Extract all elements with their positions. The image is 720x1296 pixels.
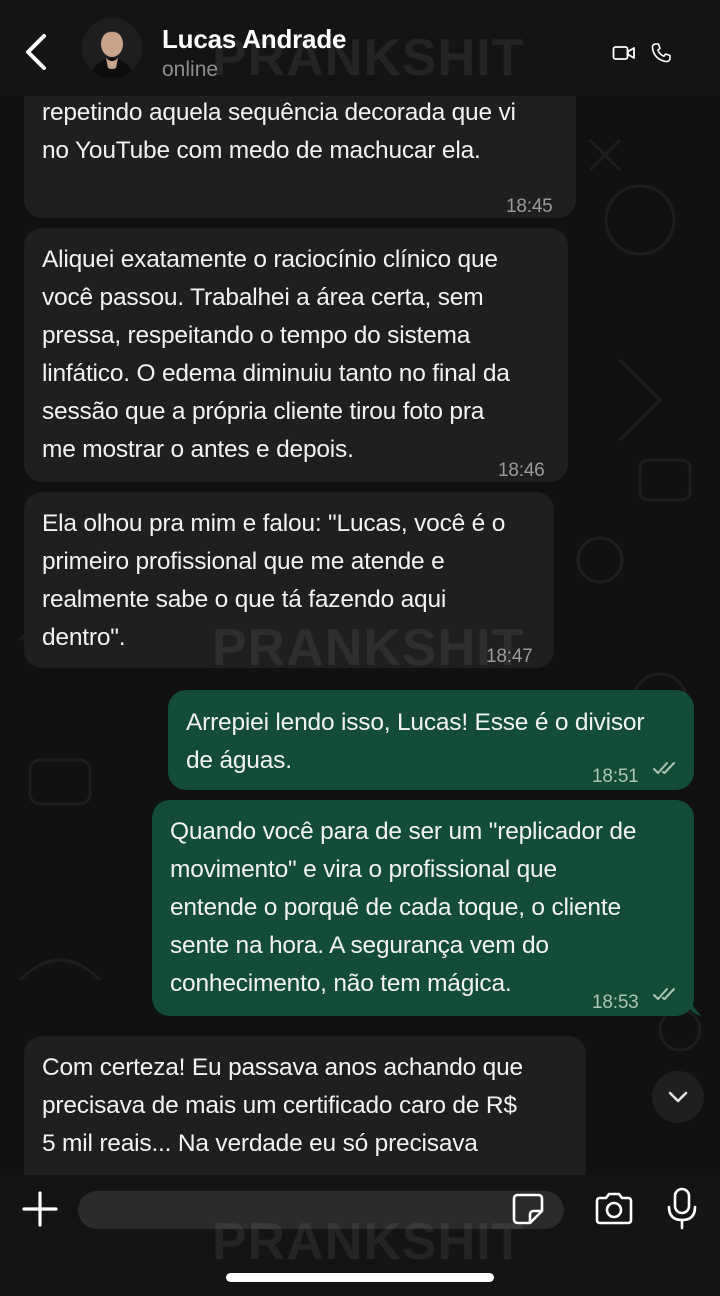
message-bubble-incoming[interactable]: Aliquei exatamente o raciocínio clínico …: [24, 228, 568, 482]
message-line: Com certeza! Eu passava anos achando que: [42, 1054, 523, 1081]
message-text: Com certeza! Eu passava anos achando que…: [42, 1049, 523, 1163]
message-line: entende o porquê de cada toque, o client…: [170, 894, 621, 921]
bubble-tail: [686, 1000, 702, 1016]
message-time: 18:51: [592, 766, 639, 787]
home-indicator[interactable]: [226, 1273, 494, 1282]
watermark: PRANKSHIT: [212, 29, 525, 87]
message-time: 18:45: [506, 196, 553, 217]
message-line: Aliquei exatamente o raciocínio clínico …: [42, 246, 498, 273]
message-line: Arrepiei lendo isso, Lucas! Esse é o div…: [186, 709, 645, 736]
phone-icon[interactable]: [650, 42, 672, 64]
message-line: repetindo aquela sequência decorada que …: [42, 99, 516, 126]
microphone-icon[interactable]: [666, 1187, 698, 1231]
video-camera-icon[interactable]: [612, 43, 636, 63]
avatar-photo: [82, 18, 142, 78]
message-line: linfático. O edema diminuiu tanto no fin…: [42, 360, 510, 387]
message-line: precisava de mais um certificado caro de…: [42, 1092, 517, 1119]
message-line: Quando você para de ser um "replicador d…: [170, 818, 637, 845]
message-line: de águas.: [186, 747, 292, 774]
watermark: PRANKSHIT: [212, 619, 525, 677]
message-line: no YouTube com medo de machucar ela.: [42, 137, 481, 164]
double-check-icon: [653, 762, 675, 774]
message-text: repetindo aquela sequência decorada que …: [42, 94, 516, 170]
message-bubble-incoming[interactable]: Com certeza! Eu passava anos achando que…: [24, 1036, 586, 1196]
message-line: conhecimento, não tem mágica.: [170, 970, 512, 997]
message-line: movimento" e vira o profissional que: [170, 856, 557, 883]
chevron-down-icon: [668, 1091, 688, 1103]
message-time: 18:46: [498, 460, 545, 481]
message-line: me mostrar o antes e depois.: [42, 436, 354, 463]
message-bubble-outgoing[interactable]: Quando você para de ser um "replicador d…: [152, 800, 702, 1016]
message-text: Arrepiei lendo isso, Lucas! Esse é o div…: [186, 704, 644, 780]
message-time: 18:53: [592, 992, 639, 1013]
contact-status: online: [162, 58, 219, 81]
plus-icon[interactable]: [20, 1189, 60, 1229]
back-chevron-icon[interactable]: [18, 30, 58, 74]
message-line: sessão que a própria cliente tirou foto …: [42, 398, 485, 425]
message-line: pressa, respeitando o tempo do sistema: [42, 322, 471, 349]
message-line: sente na hora. A segurança vem do: [170, 932, 549, 959]
message-line: você passou. Trabalhei a área certa, sem: [42, 284, 484, 311]
message-text: Aliquei exatamente o raciocínio clínico …: [42, 241, 510, 469]
contact-avatar[interactable]: [82, 18, 142, 78]
scroll-to-bottom-button[interactable]: [652, 1071, 704, 1123]
camera-icon[interactable]: [593, 1191, 635, 1227]
message-bubble-outgoing[interactable]: Arrepiei lendo isso, Lucas! Esse é o div…: [168, 690, 694, 790]
watermark: PRANKSHIT: [212, 1213, 525, 1271]
message-text: Quando você para de ser um "replicador d…: [170, 813, 636, 1003]
message-line: realmente sabe o que tá fazendo aqui: [42, 586, 447, 613]
message-line: 5 mil reais... Na verdade eu só precisav…: [42, 1130, 478, 1157]
message-line: Ela olhou pra mim e falou: "Lucas, você …: [42, 510, 506, 537]
message-line: primeiro profissional que me atende e: [42, 548, 445, 575]
double-check-icon: [653, 988, 675, 1000]
